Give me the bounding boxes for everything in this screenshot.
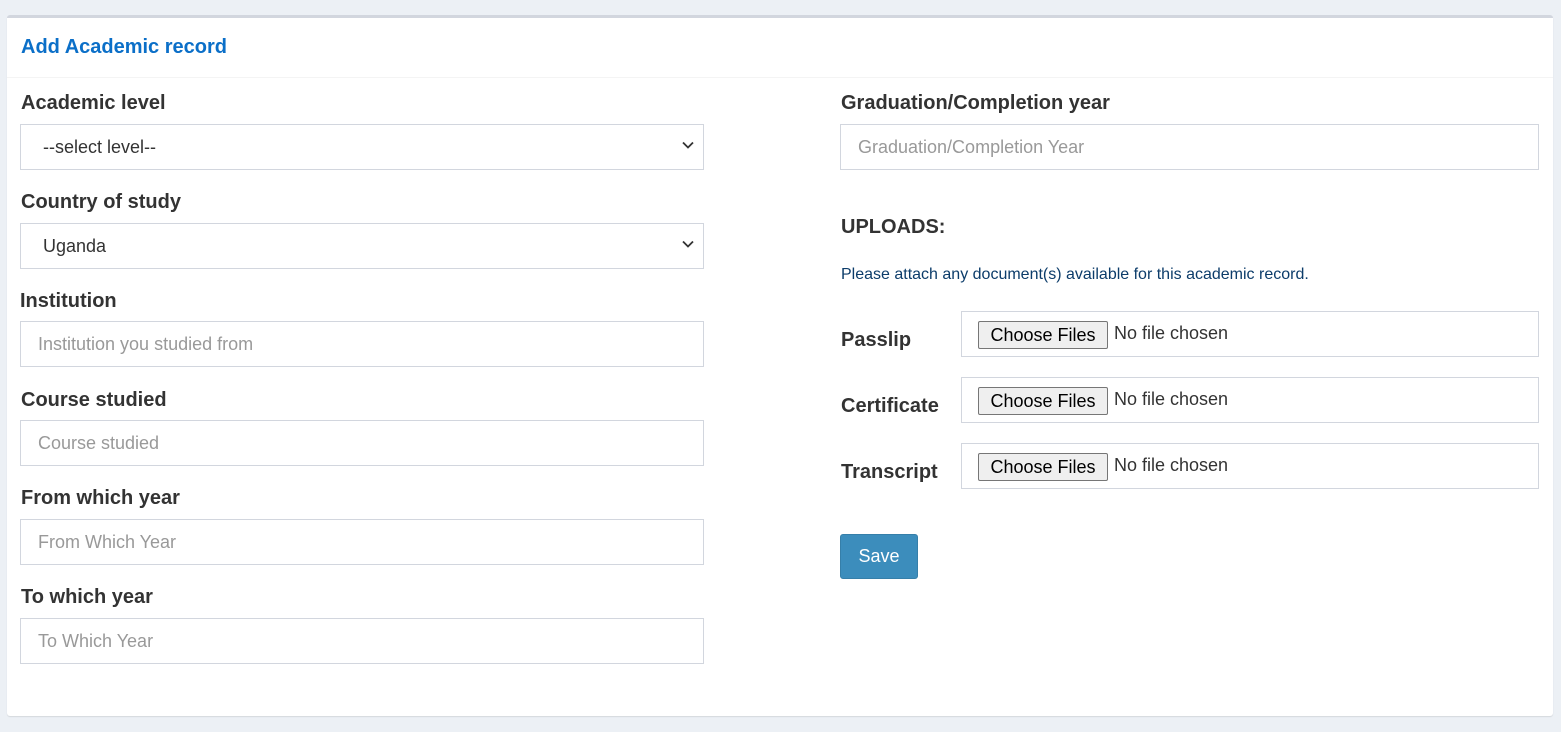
academic-level-label: Academic level: [21, 92, 166, 114]
card-title: Add Academic record: [21, 36, 227, 58]
country-select[interactable]: Uganda: [20, 223, 704, 269]
to-year-placeholder: To Which Year: [38, 631, 154, 651]
country-value: Uganda: [43, 236, 107, 256]
to-year-input[interactable]: To Which Year: [20, 618, 704, 664]
certificate-choose-files-button[interactable]: Choose Files: [978, 387, 1108, 415]
academic-level-value: --select level--: [43, 137, 157, 157]
certificate-file-input[interactable]: Choose Files No file chosen: [961, 377, 1539, 423]
certificate-file-status: No file chosen: [1114, 389, 1229, 409]
from-year-label: From which year: [21, 487, 180, 509]
chevron-down-icon: [682, 240, 694, 248]
transcript-file-status: No file chosen: [1114, 455, 1229, 475]
from-year-input[interactable]: From Which Year: [20, 519, 704, 565]
uploads-heading: UPLOADS:: [841, 216, 946, 238]
card-header: Add Academic record: [7, 18, 1553, 78]
institution-label: Institution: [20, 290, 117, 312]
academic-level-select[interactable]: --select level--: [20, 124, 704, 170]
transcript-choose-files-button[interactable]: Choose Files: [978, 453, 1108, 481]
uploads-help-text: Please attach any document(s) available …: [841, 266, 1309, 283]
graduation-year-input[interactable]: Graduation/Completion Year: [840, 124, 1539, 170]
course-input[interactable]: Course studied: [20, 420, 704, 466]
from-year-placeholder: From Which Year: [38, 532, 177, 552]
graduation-year-placeholder: Graduation/Completion Year: [858, 137, 1085, 157]
certificate-label: Certificate: [841, 395, 939, 417]
institution-placeholder: Institution you studied from: [38, 334, 254, 354]
save-button[interactable]: Save: [840, 534, 918, 579]
course-placeholder: Course studied: [38, 433, 160, 453]
course-label: Course studied: [21, 389, 167, 411]
institution-input[interactable]: Institution you studied from: [20, 321, 704, 367]
passlip-choose-files-button[interactable]: Choose Files: [978, 321, 1108, 349]
graduation-year-label: Graduation/Completion year: [841, 92, 1110, 114]
passlip-file-status: No file chosen: [1114, 323, 1229, 343]
passlip-label: Passlip: [841, 329, 912, 351]
country-label: Country of study: [21, 191, 181, 213]
chevron-down-icon: [682, 141, 694, 149]
passlip-file-input[interactable]: Choose Files No file chosen: [961, 311, 1539, 357]
transcript-file-input[interactable]: Choose Files No file chosen: [961, 443, 1539, 489]
transcript-label: Transcript: [841, 461, 938, 483]
to-year-label: To which year: [21, 586, 153, 608]
